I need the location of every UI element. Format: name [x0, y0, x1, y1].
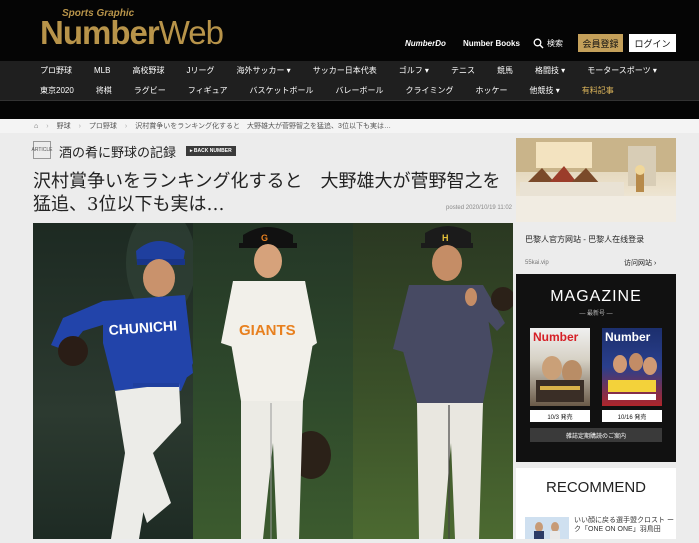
- article-main: ARTICLE 酒の肴に野球の記録 ▸ BACK NUMBER 沢村賞争いをラン…: [31, 133, 514, 539]
- back-number-button[interactable]: ▸ BACK NUMBER: [186, 146, 236, 156]
- search-icon: [533, 38, 544, 48]
- search-label: 検索: [547, 38, 563, 48]
- nav-item[interactable]: サッカー日本代表: [313, 65, 377, 76]
- ad-url[interactable]: 55kai.vip: [525, 260, 549, 266]
- dragons-pitcher-figure: CHUNICHI: [51, 223, 196, 539]
- ad-banner-image[interactable]: [516, 138, 676, 222]
- nav-item[interactable]: Jリーグ: [186, 65, 214, 76]
- giants-pitcher-figure: G GIANTS: [221, 227, 331, 539]
- nav-item-paid-articles[interactable]: 有料記事: [582, 85, 614, 96]
- series-title[interactable]: 酒の肴に野球の記録: [59, 142, 176, 161]
- nav-item[interactable]: バレーボール: [335, 85, 383, 96]
- posted-date: posted 2020/10/19 11:02: [446, 205, 512, 211]
- nav-item[interactable]: 東京2020: [40, 85, 74, 96]
- breadcrumb-separator: ›: [46, 122, 49, 130]
- category-nav-secondary: 東京2020 将棋 ラグビー フィギュア バスケットボール バレーボール クライ…: [0, 80, 699, 101]
- nav-item[interactable]: プロ野球: [40, 65, 72, 76]
- recommend-panel: RECOMMEND いい顔に戻る選手盟クロスト ーク「ONE ON ONE」羽鳥…: [516, 468, 676, 539]
- nav-item[interactable]: ゴルフ ▾: [399, 65, 429, 76]
- giants-jersey-text: GIANTS: [239, 322, 296, 339]
- nav-item[interactable]: 高校野球: [132, 65, 164, 76]
- login-button[interactable]: ログイン: [629, 34, 676, 52]
- nav-item[interactable]: バスケットボール: [249, 85, 313, 96]
- cover-2-art: Number: [605, 330, 657, 400]
- nav-item[interactable]: テニス: [451, 65, 475, 76]
- issue-date-1[interactable]: 10/3 発売: [530, 410, 590, 422]
- magazine-cover-1[interactable]: Number: [530, 328, 590, 406]
- sidebar: 巴黎人官方网站 - 巴黎人在线登录 55kai.vip 访问网站 › MAGAZ…: [516, 138, 676, 539]
- magazine-subheading: — 最新号 —: [579, 311, 613, 317]
- nav-item[interactable]: ホッケー: [475, 85, 507, 96]
- search-button[interactable]: 検索: [533, 36, 563, 50]
- breadcrumb-separator: ›: [124, 122, 128, 130]
- tigers-cap-logo: H: [442, 233, 449, 243]
- nav-item[interactable]: 競馬: [497, 65, 513, 76]
- category-nav-primary: プロ野球 MLB 高校野球 Jリーグ 海外サッカー ▾ サッカー日本代表 ゴルフ…: [0, 61, 699, 81]
- cover-1-art: Number: [533, 330, 584, 402]
- cover-1-logo: Number: [533, 330, 579, 344]
- number-books-link[interactable]: Number Books: [463, 39, 520, 48]
- nav-item[interactable]: モータースポーツ ▾: [587, 65, 657, 76]
- ad-title[interactable]: 巴黎人官方网站 - 巴黎人在线登录: [525, 234, 644, 245]
- recommend-heading: RECOMMEND: [546, 479, 646, 496]
- issue-date-2[interactable]: 10/16 発売: [602, 410, 662, 422]
- giants-cap-logo: G: [261, 233, 268, 243]
- register-button[interactable]: 会員登録: [578, 34, 623, 52]
- photo-pane-tigers: H: [353, 223, 513, 539]
- header-spacer: [0, 101, 699, 119]
- site-header: Sports Graphic NumberWeb NumberDo Number…: [0, 0, 699, 61]
- article-title: 沢村賞争いをランキング化すると 大野雄大が菅野智之を猛追、3位以下も実は…: [33, 171, 501, 215]
- nav-item[interactable]: クライミング: [405, 85, 453, 96]
- recommend-thumbnail[interactable]: [525, 517, 569, 539]
- home-icon[interactable]: ⌂: [34, 123, 38, 130]
- subscription-button[interactable]: 雑誌定期購読のご案内: [530, 428, 662, 442]
- recommend-article-link[interactable]: いい顔に戻る選手盟クロスト ーク「ONE ON ONE」羽鳥田: [574, 516, 674, 534]
- breadcrumb: ⌂ › 野球 › プロ野球 › 沢村賞争いをランキング化すると 大野雄大が菅野智…: [0, 119, 699, 133]
- nav-item[interactable]: MLB: [94, 66, 110, 75]
- article-badge: ARTICLE: [31, 141, 53, 159]
- nav-item[interactable]: 海外サッカー ▾: [236, 65, 290, 76]
- nav-item[interactable]: フィギュア: [188, 85, 228, 96]
- ad-hotel-image: [516, 138, 676, 222]
- numberdo-link[interactable]: NumberDo: [405, 39, 446, 48]
- logo-wordmark: NumberWeb: [40, 14, 224, 51]
- nav-item[interactable]: 格闘技 ▾: [535, 65, 565, 76]
- photo-pane-dragons: CHUNICHI: [33, 223, 196, 539]
- nav-item[interactable]: ラグビー: [134, 85, 166, 96]
- magazine-panel: MAGAZINE — 最新号 — Number Number 10/3 発売 1…: [516, 274, 676, 462]
- breadcrumb-separator: ›: [78, 122, 81, 130]
- magazine-heading: MAGAZINE: [550, 288, 642, 305]
- tigers-pitcher-figure: H: [393, 226, 513, 539]
- nav-item[interactable]: 将棋: [96, 85, 112, 96]
- article-photo: CHUNICHI G GIANTS H: [33, 223, 513, 539]
- magazine-cover-2[interactable]: Number: [602, 328, 662, 406]
- recommend-thumbnail-art: [525, 517, 569, 539]
- nav-item[interactable]: 他競技 ▾: [529, 85, 559, 96]
- photo-pane-giants: G GIANTS: [193, 223, 353, 539]
- breadcrumb-current: 沢村賞争いをランキング化すると 大野雄大が菅野智之を猛追、3位以下も実は…: [135, 123, 391, 130]
- cover-2-logo: Number: [605, 330, 651, 344]
- breadcrumb-item[interactable]: 野球: [57, 121, 71, 131]
- numberweb-logo[interactable]: Sports Graphic NumberWeb: [40, 8, 260, 50]
- breadcrumb-item[interactable]: プロ野球: [89, 121, 117, 131]
- ad-visit-link[interactable]: 访问网站 ›: [624, 258, 656, 268]
